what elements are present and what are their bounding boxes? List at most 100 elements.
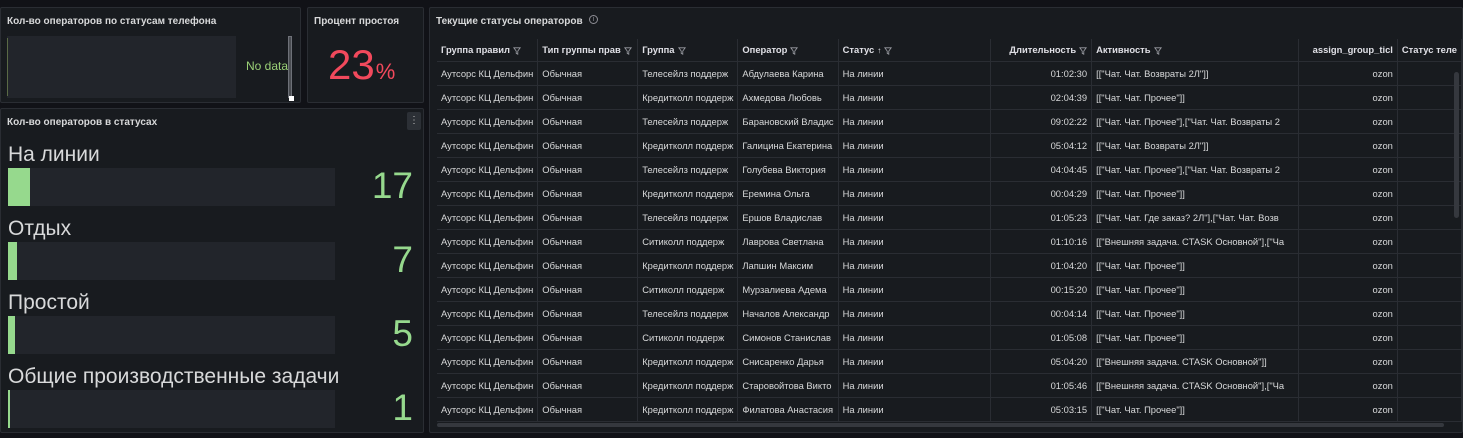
table-cell: Аутсорс КЦ Дельфин: [437, 325, 539, 350]
table-row[interactable]: Аутсорс КЦ Дельфин Обычная Кредитколл подд…: [437, 397, 1462, 422]
column-header[interactable]: Длительность: [990, 39, 1093, 62]
column-header[interactable]: Оператор: [737, 39, 839, 62]
table-cell: Обычная: [537, 325, 639, 350]
table-row[interactable]: Аутсорс КЦ Дельфин Обычная Кредитколл подд…: [437, 253, 1462, 278]
table-cell: На линии: [838, 133, 991, 158]
resize-handle[interactable]: [289, 96, 294, 101]
table-cell: Снисаренко Дарья: [737, 349, 839, 374]
table-cell: Ершов Владислав: [737, 205, 839, 230]
table-cell: 00:15:20: [990, 277, 1093, 302]
table-cell: [1397, 205, 1462, 230]
table-cell: На линии: [838, 205, 991, 230]
table-cell: Телесейлз поддерж: [637, 61, 739, 86]
table-row[interactable]: Аутсорс КЦ Дельфин Обычная Ситиколл поддер…: [437, 325, 1462, 350]
table-cell: [["Чат. Чат. Прочее"]]: [1091, 397, 1299, 422]
column-header-label: Группа правил: [441, 44, 511, 56]
filter-icon[interactable]: [675, 44, 686, 55]
table-cell: Аутсорс КЦ Дельфин: [437, 157, 539, 182]
column-header[interactable]: Тип группы прав: [537, 39, 639, 62]
table-cell: На линии: [838, 157, 991, 182]
table-row[interactable]: Аутсорс КЦ Дельфин Обычная Ситиколл поддер…: [437, 229, 1462, 254]
table-row[interactable]: Аутсорс КЦ Дельфин Обычная Кредитколл подд…: [437, 181, 1462, 206]
table-cell: 05:03:15: [990, 397, 1093, 422]
status-count-value: 1: [392, 387, 413, 428]
status-label: На линии: [8, 143, 100, 166]
filter-icon[interactable]: [1151, 44, 1162, 55]
table-cell: ozon: [1298, 373, 1398, 398]
table-cell: ozon: [1298, 181, 1398, 206]
column-header[interactable]: Статус ↑: [838, 39, 991, 62]
panel-title[interactable]: Текущие статусы операторов: [436, 16, 583, 27]
table-row[interactable]: Аутсорс КЦ Дельфин Обычная Телесейлз подде…: [437, 205, 1462, 230]
column-header[interactable]: Статус теле: [1397, 39, 1462, 62]
table-row[interactable]: Аутсорс КЦ Дельфин Обычная Кредитколл подд…: [437, 349, 1462, 374]
table-vertical-scrollbar[interactable]: [1454, 72, 1459, 218]
table-cell: Обычная: [537, 277, 639, 302]
table-cell: 01:04:20: [990, 253, 1093, 278]
column-header[interactable]: Группа: [637, 39, 739, 62]
column-header-label: Тип группы прав: [542, 44, 621, 56]
column-header[interactable]: Активность: [1091, 39, 1299, 62]
horizontal-scrollbar[interactable]: [7, 102, 291, 103]
bar-track: [8, 242, 335, 280]
filter-icon[interactable]: [510, 44, 522, 55]
panel-title[interactable]: Процент простоя: [314, 16, 399, 27]
table-header-row: Группа правил Тип группы прав Группа Операт…: [437, 39, 1462, 62]
column-header[interactable]: assign_group_ticl: [1298, 39, 1398, 62]
table-row[interactable]: Аутсорс КЦ Дельфин Обычная Ситиколл поддер…: [437, 277, 1462, 302]
table-cell: 01:05:46: [990, 373, 1093, 398]
status-label: Простой: [8, 291, 90, 314]
table-cell: ozon: [1298, 253, 1398, 278]
table-cell: Обычная: [537, 349, 639, 374]
table-row[interactable]: Аутсорс КЦ Дельфин Обычная Телесейлз подде…: [437, 301, 1462, 326]
filter-icon[interactable]: [787, 44, 799, 55]
bar-fill: [8, 242, 17, 280]
table-cell: На линии: [838, 61, 991, 86]
table-row[interactable]: Аутсорс КЦ Дельфин Обычная Кредитколл подд…: [437, 373, 1462, 398]
panel-menu-icon[interactable]: ⋮: [407, 112, 421, 130]
table-cell: Обычная: [537, 397, 639, 422]
info-icon[interactable]: i: [589, 15, 598, 24]
filter-icon[interactable]: [1076, 44, 1088, 55]
table-cell: Обычная: [537, 181, 639, 206]
table-cell: 05:04:12: [990, 133, 1093, 158]
vertical-scrollbar[interactable]: [288, 36, 292, 98]
column-header[interactable]: Группа правил: [437, 39, 539, 62]
table-cell: [1397, 181, 1462, 206]
table-cell: На линии: [838, 229, 991, 254]
table-cell: [["Чат. Чат. Прочее"]]: [1091, 85, 1299, 110]
column-header-label: Статус теле: [1401, 44, 1457, 56]
table-row[interactable]: Аутсорс КЦ Дельфин Обычная Телесейлз подде…: [437, 109, 1462, 134]
table-cell: Кредитколл поддерж: [637, 85, 739, 110]
filter-icon[interactable]: [621, 44, 632, 55]
table-cell: На линии: [838, 301, 991, 326]
column-header-label: assign_group_ticl: [1312, 44, 1393, 56]
status-label: Отдых: [8, 217, 72, 240]
table-cell: Филатова Анастасия: [737, 397, 839, 422]
table-cell: ozon: [1298, 85, 1398, 110]
table-row[interactable]: Аутсорс КЦ Дельфин Обычная Телесейлз подде…: [437, 157, 1462, 182]
table-cell: Обычная: [537, 301, 639, 326]
table-cell: [["Внешняя задача. CTASK Основной"],["Ча: [1091, 229, 1299, 254]
bar-track: [8, 390, 335, 428]
table-cell: Кредитколл поддерж: [637, 349, 739, 374]
phone-status-panel: Кол-во операторов по статусам телефона N…: [0, 7, 301, 103]
table-cell: Симонов Станислав: [737, 325, 839, 350]
table-cell: ozon: [1298, 61, 1398, 86]
table-row[interactable]: Аутсорс КЦ Дельфин Обычная Кредитколл подд…: [437, 85, 1462, 110]
table-cell: [["Внешняя задача. CTASK Основной"],["Ча: [1091, 373, 1299, 398]
operator-counts-panel: Кол-во операторов в статусах ⋮ На линии 1…: [0, 108, 424, 433]
table-cell: [1397, 61, 1462, 86]
table-horizontal-scrollbar[interactable]: [437, 423, 1444, 427]
panel-title[interactable]: Кол-во операторов по статусам телефона: [7, 16, 216, 27]
table-cell: ozon: [1298, 109, 1398, 134]
column-header-label: Группа: [642, 44, 675, 56]
status-count-value: 17: [371, 165, 413, 206]
table-row[interactable]: Аутсорс КЦ Дельфин Обычная Телесейлз подде…: [437, 61, 1462, 86]
table-cell: Обычная: [537, 253, 639, 278]
filter-icon[interactable]: [881, 44, 893, 55]
empty-chart-area: [7, 36, 236, 98]
panel-title[interactable]: Кол-во операторов в статусах: [7, 117, 157, 128]
table-cell: Аутсорс КЦ Дельфин: [437, 349, 539, 374]
table-row[interactable]: Аутсорс КЦ Дельфин Обычная Кредитколл подд…: [437, 133, 1462, 158]
